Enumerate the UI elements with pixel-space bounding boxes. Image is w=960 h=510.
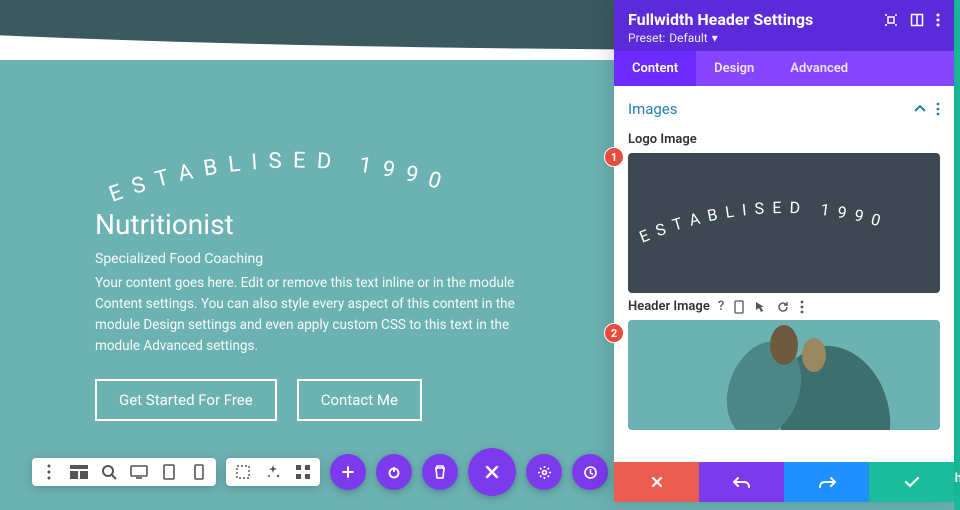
expand-icon[interactable] bbox=[910, 13, 924, 27]
logo-arc-text: ESTABLISED 1990 bbox=[95, 150, 525, 206]
help-icon[interactable]: ? bbox=[718, 299, 724, 314]
panel-title: Fullwidth Header Settings bbox=[628, 10, 813, 29]
magic-icon[interactable] bbox=[264, 464, 282, 480]
section-kebab-icon[interactable] bbox=[936, 102, 940, 116]
cta-secondary-button[interactable]: Contact Me bbox=[297, 379, 422, 421]
hero-buttons: Get Started For Free Contact Me bbox=[95, 379, 525, 421]
zoom-icon[interactable] bbox=[100, 464, 118, 480]
cancel-button[interactable] bbox=[614, 462, 699, 502]
tab-design[interactable]: Design bbox=[696, 51, 772, 86]
responsive-icon[interactable] bbox=[734, 300, 744, 314]
add-button[interactable] bbox=[330, 454, 366, 490]
logo-image-label: Logo Image bbox=[628, 132, 940, 147]
header-image-label: Header Image bbox=[628, 299, 710, 314]
wireframe-icon[interactable] bbox=[70, 465, 88, 479]
preset-selector[interactable]: Preset: Default ▾ bbox=[628, 31, 940, 45]
svg-text:ESTABLISED 1990: ESTABLISED 1990 bbox=[637, 198, 891, 247]
desktop-icon[interactable] bbox=[130, 465, 148, 479]
hero-body: Your content goes here. Edit or remove t… bbox=[95, 273, 525, 357]
kebab-icon[interactable] bbox=[936, 13, 940, 27]
chevron-down-icon: ▾ bbox=[712, 31, 718, 45]
section-images: Images Logo Image ESTABLISED 1990 Header… bbox=[614, 86, 954, 462]
toolbar-group-edit bbox=[226, 458, 320, 486]
panel-header[interactable]: Fullwidth Header Settings Preset: Defaul… bbox=[614, 0, 954, 51]
preset-label: Preset: bbox=[628, 31, 665, 45]
grid-icon[interactable] bbox=[294, 464, 312, 480]
toolbar-group-view bbox=[32, 458, 216, 486]
section-title[interactable]: Images bbox=[628, 100, 678, 118]
phone-icon[interactable] bbox=[190, 464, 208, 480]
field-kebab-icon[interactable] bbox=[800, 300, 804, 314]
select-icon[interactable] bbox=[234, 464, 252, 480]
menu-icon[interactable] bbox=[40, 464, 58, 480]
annotation-badge-2: 2 bbox=[604, 323, 624, 343]
annotation-badge-1: 1 bbox=[604, 147, 624, 167]
tab-content[interactable]: Content bbox=[614, 51, 696, 86]
hover-icon[interactable] bbox=[754, 300, 766, 314]
panel-footer bbox=[614, 462, 954, 502]
logo-image-upload[interactable]: ESTABLISED 1990 bbox=[628, 153, 940, 293]
snap-icon[interactable] bbox=[884, 13, 898, 27]
settings-panel: Fullwidth Header Settings Preset: Defaul… bbox=[614, 0, 954, 502]
preset-value: Default bbox=[669, 31, 707, 45]
reset-icon[interactable] bbox=[776, 300, 790, 314]
publish-button-peek[interactable] bbox=[954, 0, 960, 510]
settings-button[interactable] bbox=[526, 454, 562, 490]
save-button[interactable] bbox=[869, 462, 954, 502]
hero-title: Nutritionist bbox=[95, 208, 525, 241]
undo-button[interactable] bbox=[699, 462, 784, 502]
cta-primary-button[interactable]: Get Started For Free bbox=[95, 379, 277, 421]
tablet-icon[interactable] bbox=[160, 464, 178, 480]
power-button[interactable] bbox=[376, 454, 412, 490]
builder-toolbar bbox=[32, 448, 608, 496]
header-image-upload[interactable] bbox=[628, 320, 940, 430]
hero-subtitle: Specialized Food Coaching bbox=[95, 251, 525, 267]
history-button[interactable] bbox=[572, 454, 608, 490]
header-image-label-row: Header Image ? bbox=[628, 299, 940, 314]
close-builder-button[interactable] bbox=[468, 448, 516, 496]
redo-button[interactable] bbox=[784, 462, 869, 502]
trash-button[interactable] bbox=[422, 454, 458, 490]
collapse-icon[interactable] bbox=[914, 105, 926, 113]
hero-content: ESTABLISED 1990 Nutritionist Specialized… bbox=[95, 150, 525, 421]
svg-text:ESTABLISED 1990: ESTABLISED 1990 bbox=[106, 150, 455, 208]
panel-tabs: Content Design Advanced bbox=[614, 51, 954, 86]
tab-advanced[interactable]: Advanced bbox=[772, 51, 866, 86]
